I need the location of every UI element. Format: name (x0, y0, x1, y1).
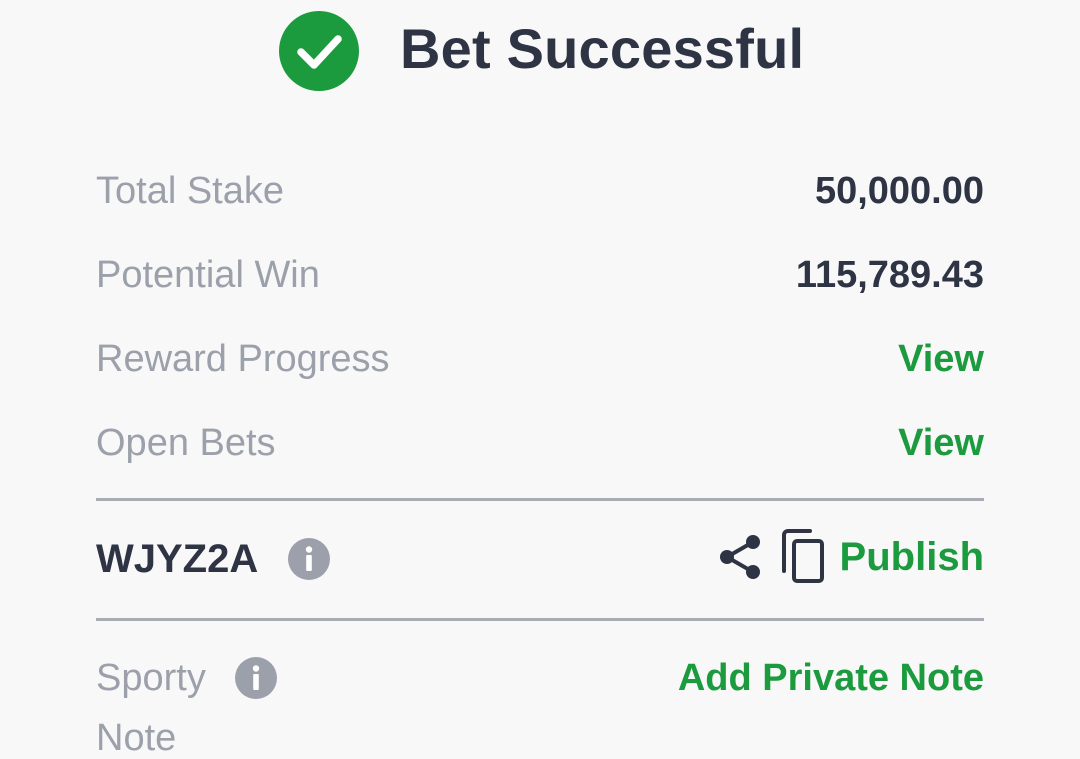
add-private-note-button[interactable]: Add Private Note (678, 648, 984, 708)
sporty-note-label-line1: Sporty (96, 657, 206, 699)
info-icon[interactable] (235, 657, 277, 699)
potential-win-value: 115,789.43 (795, 254, 984, 296)
header: Bet Successful (0, 0, 1080, 100)
total-stake-label: Total Stake (96, 170, 284, 212)
potential-win-label: Potential Win (96, 254, 320, 296)
potential-win-row: Potential Win 115,789.43 (96, 245, 984, 305)
sporty-note-label: Sporty Note (96, 648, 226, 759)
total-stake-value: 50,000.00 (814, 170, 984, 212)
open-bets-row: Open Bets View (96, 413, 984, 473)
check-circle-icon (279, 11, 359, 91)
copy-icon[interactable] (780, 529, 828, 585)
info-icon[interactable] (288, 538, 330, 580)
booking-code-row: WJYZ2A Publish (96, 527, 984, 591)
sporty-note-row: Sporty Note Add Private Note (96, 648, 984, 759)
publish-button[interactable]: Publish (840, 527, 984, 587)
bet-success-page: Bet Successful Total Stake 50,000.00 Pot… (0, 0, 1080, 759)
open-bets-label: Open Bets (96, 422, 276, 464)
page-title: Bet Successful (400, 17, 805, 80)
reward-progress-row: Reward Progress View (96, 329, 984, 389)
share-icon[interactable] (718, 533, 762, 581)
divider (96, 498, 984, 501)
reward-progress-label: Reward Progress (96, 338, 390, 380)
reward-progress-view-link[interactable]: View (898, 329, 984, 389)
open-bets-view-link[interactable]: View (898, 413, 984, 473)
total-stake-row: Total Stake 50,000.00 (96, 161, 984, 221)
sporty-note-label-line2: Note (96, 717, 177, 759)
divider (96, 618, 984, 621)
booking-code: WJYZ2A (96, 537, 259, 581)
